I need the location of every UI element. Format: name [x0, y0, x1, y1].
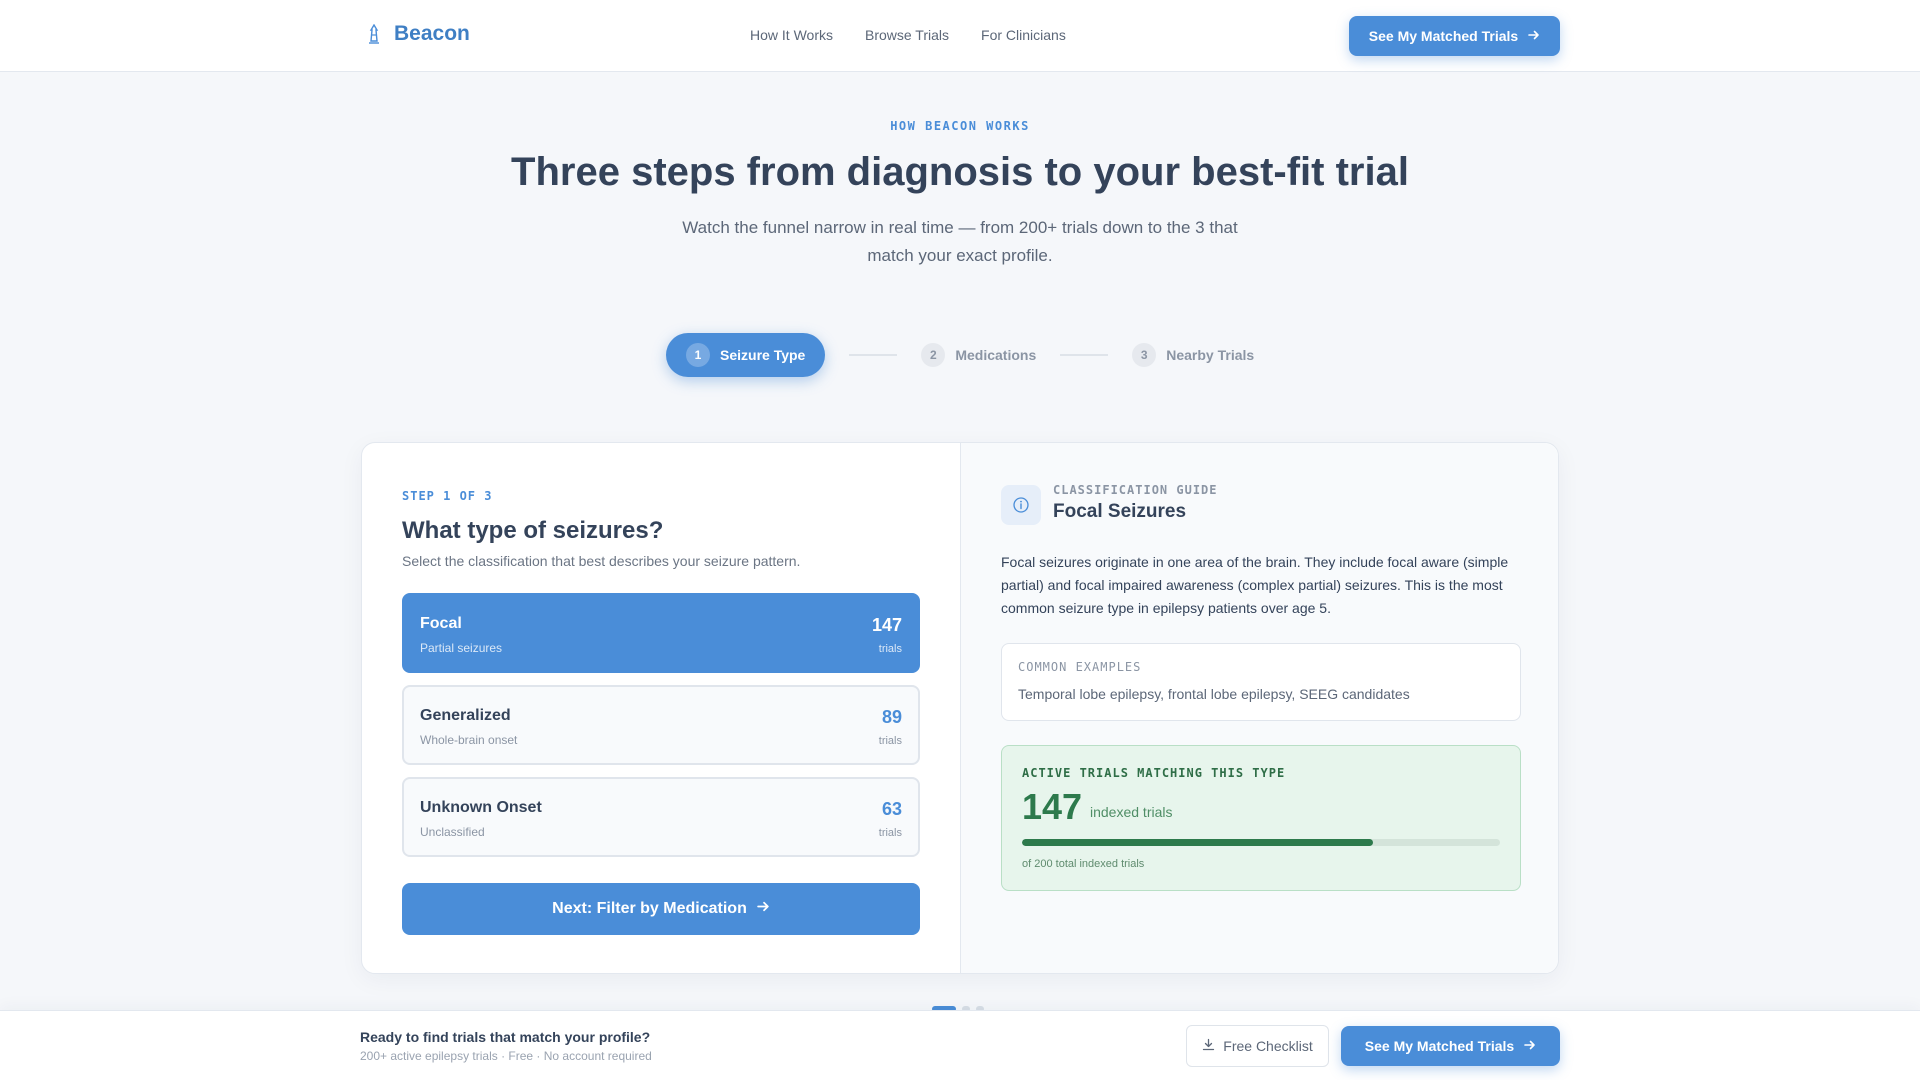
match-progress-track [1022, 839, 1500, 846]
option-unit: trials [878, 735, 902, 747]
hero-subtitle: Watch the funnel narrow in real time — f… [682, 218, 1238, 265]
match-summary: ACTIVE TRIALS MATCHING THIS TYPE 147 ind… [1001, 745, 1521, 891]
guide-label: CLASSIFICATION GUIDE [1053, 483, 1218, 497]
examples-box: COMMON EXAMPLES Temporal lobe epilepsy, … [1001, 643, 1521, 721]
option-name: Focal [420, 615, 462, 632]
option-count: 147 [871, 615, 902, 635]
question-panel: STEP 1 OF 3 What type of seizures? Selec… [362, 443, 960, 973]
option-description: Unclassified [420, 825, 485, 839]
step-indicator: STEP 1 OF 3 [402, 489, 493, 503]
match-label: ACTIVE TRIALS MATCHING THIS TYPE [1022, 766, 1286, 780]
option-unknown-onset[interactable]: Unknown Onset Unclassified 63 trials [402, 777, 920, 857]
option-name: Unknown Onset [420, 799, 542, 816]
guide-description: Focal seizures originate in one area of … [1001, 554, 1509, 616]
option-count: 89 [881, 707, 902, 727]
free-checklist-label: Free Checklist [1223, 1038, 1313, 1054]
bottom-cta-button[interactable]: See My Matched Trials [1341, 1026, 1560, 1066]
bottom-title: Ready to find trials that match your pro… [360, 1029, 651, 1045]
option-focal[interactable]: Focal Partial seizures 147 trials [402, 593, 920, 673]
free-checklist-button[interactable]: Free Checklist [1186, 1025, 1329, 1067]
download-icon [1202, 1038, 1215, 1054]
step-connector [849, 354, 898, 356]
question-title: What type of seizures? [402, 517, 664, 544]
main-nav: How It Works Browse Trials For Clinician… [750, 27, 1066, 43]
step-number: 3 [1132, 343, 1157, 367]
bottom-cta-bar: Ready to find trials that match your pro… [0, 1010, 1920, 1080]
match-footnote: of 200 total indexed trials [1022, 858, 1145, 870]
match-count: 147 [1022, 786, 1083, 827]
step-number: 1 [686, 343, 710, 367]
step-connector [1060, 354, 1109, 356]
guide-panel: CLASSIFICATION GUIDE Focal Seizures Foca… [960, 443, 1558, 973]
hero-eyebrow: HOW BEACON WORKS [890, 119, 1030, 133]
match-unit: indexed trials [1090, 804, 1173, 820]
step-number: 2 [921, 343, 946, 367]
progress-stepper: 1 Seizure Type 2 Medications 3 Nearby Tr… [666, 333, 1254, 377]
step-nearby-trials[interactable]: 3 Nearby Trials [1132, 343, 1254, 367]
option-description: Partial seizures [420, 641, 503, 655]
beacon-logo-icon [366, 22, 382, 46]
step-medications[interactable]: 2 Medications [921, 343, 1036, 367]
top-header: Beacon How It Works Browse Trials For Cl… [0, 0, 1920, 72]
bottom-subtitle: 200+ active epilepsy trials · Free · No … [360, 1049, 652, 1063]
brand-name: Beacon [394, 22, 470, 45]
question-subtitle: Select the classification that best desc… [402, 553, 801, 569]
brand[interactable]: Beacon [366, 22, 470, 46]
step-label: Nearby Trials [1166, 347, 1255, 363]
next-button[interactable]: Next: Filter by Medication [402, 883, 920, 935]
option-generalized[interactable]: Generalized Whole-brain onset 89 trials [402, 685, 920, 765]
page-title: Three steps from diagnosis to your best-… [511, 150, 1409, 194]
next-button-label: Next: Filter by Medication [552, 900, 747, 917]
nav-browse-trials[interactable]: Browse Trials [865, 27, 949, 43]
option-unit: trials [878, 643, 902, 655]
guide-title: Focal Seizures [1053, 501, 1187, 522]
nav-for-clinicians[interactable]: For Clinicians [981, 27, 1066, 43]
nav-how-it-works[interactable]: How It Works [750, 27, 833, 43]
header-cta-label: See My Matched Trials [1368, 28, 1519, 44]
bottom-cta-label: See My Matched Trials [1364, 1038, 1515, 1054]
examples-text: Temporal lobe epilepsy, frontal lobe epi… [1018, 686, 1410, 702]
step-label: Seizure Type [720, 347, 806, 363]
info-icon [1001, 485, 1041, 525]
option-name: Generalized [420, 707, 511, 724]
step-card: STEP 1 OF 3 What type of seizures? Selec… [361, 442, 1559, 974]
examples-label: COMMON EXAMPLES [1018, 660, 1142, 674]
match-progress-fill [1022, 839, 1374, 846]
arrow-right-icon [1528, 28, 1540, 44]
arrow-right-icon [757, 900, 770, 918]
option-count: 63 [881, 799, 902, 819]
step-seizure-type[interactable]: 1 Seizure Type [666, 333, 826, 377]
option-description: Whole-brain onset [420, 733, 518, 747]
header-cta-button[interactable]: See My Matched Trials [1349, 16, 1560, 56]
option-unit: trials [878, 827, 902, 839]
step-label: Medications [955, 347, 1037, 363]
arrow-right-icon [1524, 1038, 1536, 1054]
